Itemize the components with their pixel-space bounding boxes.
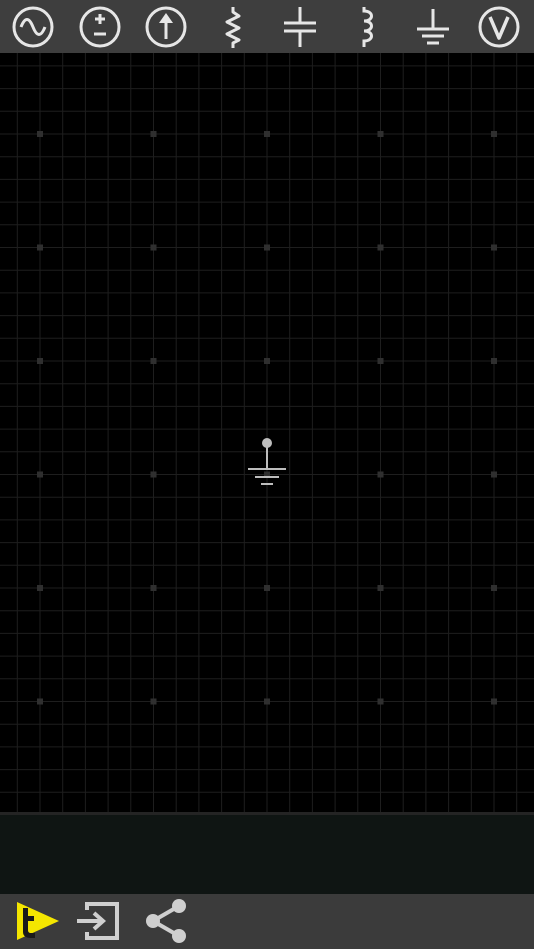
grid-dot [150, 585, 157, 591]
grid-dot [264, 698, 270, 705]
grid-dot [264, 585, 270, 591]
grid-dot [491, 698, 497, 705]
grid-dot [377, 358, 384, 364]
capacitor-button[interactable] [267, 0, 333, 53]
circuit-canvas[interactable] [0, 53, 534, 812]
grid-dot [491, 471, 497, 478]
component-toolbar [0, 0, 534, 54]
resistor-button[interactable] [200, 0, 266, 53]
grid-dot [377, 244, 384, 251]
grid-dot [150, 358, 157, 364]
grid-dot [377, 698, 384, 705]
grid-dot [491, 358, 497, 364]
grid-dot [150, 698, 157, 705]
status-panel [0, 812, 534, 897]
dc-voltage-source-icon [79, 6, 121, 47]
export-button[interactable] [72, 896, 124, 946]
grid-dot [377, 471, 384, 478]
grid-dot [37, 244, 43, 251]
grid-dot [37, 131, 43, 137]
grid-dot [264, 358, 270, 364]
grid-dot [491, 585, 497, 591]
ac-source-button[interactable] [0, 0, 66, 53]
grid-dot [491, 244, 497, 251]
ground-icon [417, 8, 449, 44]
current-source-icon [145, 6, 187, 47]
grid [0, 53, 534, 812]
grid-dot [150, 471, 157, 478]
resistor-icon [225, 6, 241, 48]
inductor-icon [362, 6, 373, 47]
ground-symbol[interactable] [244, 435, 290, 491]
bottom-action-bar [0, 894, 534, 949]
capacitor-icon [284, 6, 316, 47]
grid-dot [377, 585, 384, 591]
grid-dot [491, 131, 497, 137]
share-button[interactable] [140, 896, 192, 946]
share-icon [146, 899, 186, 943]
play-t-icon [17, 902, 59, 940]
inductor-button[interactable] [333, 0, 399, 53]
grid-dot [377, 131, 384, 137]
export-icon [77, 902, 119, 940]
simulate-button[interactable] [12, 896, 64, 946]
grid-dot [150, 131, 157, 137]
grid-dot [150, 244, 157, 251]
voltmeter-button[interactable] [466, 0, 532, 53]
ground-button[interactable] [400, 0, 466, 53]
current-source-button[interactable] [133, 0, 199, 53]
dc-voltage-source-button[interactable] [67, 0, 133, 53]
grid-dot [264, 131, 270, 137]
grid-dot [37, 698, 43, 705]
voltmeter-icon [478, 6, 520, 47]
grid-dot [37, 585, 43, 591]
ac-source-icon [12, 6, 54, 47]
grid-dot [37, 471, 43, 478]
grid-dot [264, 244, 270, 251]
grid-dot [37, 358, 43, 364]
